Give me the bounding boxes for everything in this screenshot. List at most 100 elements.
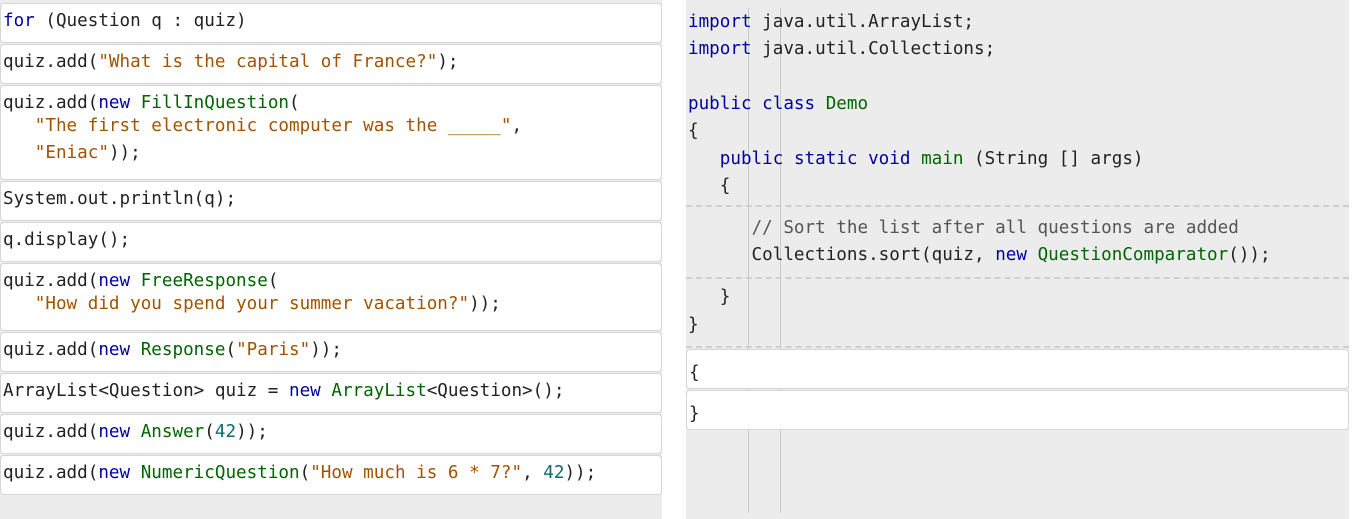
code-token: quiz.add( bbox=[3, 340, 99, 360]
draggable-code-block[interactable]: for (Question q : quiz) bbox=[0, 3, 662, 43]
fixed-code-line: } bbox=[688, 287, 731, 307]
code-token: )); bbox=[469, 294, 501, 314]
code-token: Response bbox=[140, 340, 226, 360]
draggable-code-block[interactable]: System.out.println(q); bbox=[0, 181, 662, 221]
draggable-code-block[interactable]: q.display(); bbox=[0, 222, 662, 262]
code-token: "How much is 6 * 7?" bbox=[310, 463, 523, 483]
code-line: } bbox=[689, 404, 700, 424]
fixed-code-line: // Sort the list after all questions are… bbox=[688, 218, 1239, 238]
code-token: new bbox=[995, 245, 1027, 265]
code-token: quiz.add( bbox=[3, 422, 99, 442]
draggable-code-block[interactable]: quiz.add(new FillInQuestion( "The first … bbox=[0, 85, 662, 180]
code-token: ArrayList<Question> quiz = bbox=[3, 381, 289, 401]
code-token: Collections.sort(quiz, bbox=[688, 245, 996, 265]
code-line: quiz.add(new FillInQuestion( bbox=[3, 93, 661, 113]
code-token: // Sort the list after all questions are… bbox=[751, 218, 1239, 238]
code-token: 42 bbox=[214, 422, 237, 442]
code-token: ArrayList bbox=[331, 381, 427, 401]
code-token: } bbox=[689, 404, 700, 424]
code-token: QuestionComparator bbox=[1037, 245, 1229, 265]
code-line: quiz.add(new FreeResponse( bbox=[3, 271, 661, 291]
code-token: class bbox=[762, 94, 816, 114]
code-line: quiz.add(new Answer(42)); bbox=[3, 422, 661, 442]
code-token: Answer bbox=[140, 422, 205, 442]
code-line: ArrayList<Question> quiz = new ArrayList… bbox=[3, 381, 661, 401]
code-token: quiz.add( bbox=[3, 93, 99, 113]
code-token: "What is the capital of France?" bbox=[98, 52, 438, 72]
code-token: quiz.add( bbox=[3, 463, 99, 483]
code-token: ()); bbox=[1228, 245, 1271, 265]
code-token: <Question>(); bbox=[426, 381, 565, 401]
code-token: quiz.add( bbox=[3, 271, 99, 291]
code-line: quiz.add(new NumericQuestion("How much i… bbox=[3, 463, 661, 483]
code-token: ( bbox=[267, 271, 279, 291]
code-token: "Paris" bbox=[236, 340, 311, 360]
code-token: new bbox=[98, 93, 131, 113]
code-token: new bbox=[289, 381, 321, 401]
code-token: java.util.ArrayList; bbox=[751, 12, 975, 32]
drop-zone-separator bbox=[686, 346, 1349, 348]
code-token: import bbox=[688, 39, 752, 59]
draggable-code-block[interactable]: quiz.add(new FreeResponse( "How did you … bbox=[0, 263, 662, 331]
fixed-code-line: Collections.sort(quiz, new QuestionCompa… bbox=[688, 245, 1271, 265]
draggable-code-block[interactable]: ArrayList<Question> quiz = new ArrayList… bbox=[0, 373, 662, 413]
draggable-code-block[interactable]: quiz.add(new NumericQuestion("How much i… bbox=[0, 455, 662, 495]
code-token: java.util.Collections; bbox=[751, 39, 996, 59]
code-token: new bbox=[98, 463, 131, 483]
code-token: 42 bbox=[543, 463, 565, 483]
fixed-code-line: { bbox=[688, 176, 731, 196]
draggable-code-block[interactable]: quiz.add("What is the capital of France?… bbox=[0, 44, 662, 84]
placed-code-block[interactable]: } bbox=[686, 390, 1349, 430]
draggable-code-block[interactable]: quiz.add(new Response("Paris")); bbox=[0, 332, 662, 372]
code-token: Demo bbox=[825, 94, 869, 114]
code-token: for bbox=[3, 11, 35, 31]
code-token: ( bbox=[299, 463, 311, 483]
code-token: public bbox=[719, 149, 784, 169]
code-token: )); bbox=[564, 463, 597, 483]
code-token: FreeResponse bbox=[140, 271, 268, 291]
code-token: (Question q : quiz) bbox=[34, 11, 247, 31]
code-token: quiz.add( bbox=[3, 52, 99, 72]
code-token: )); bbox=[310, 340, 342, 360]
code-line: q.display(); bbox=[3, 230, 661, 250]
code-token: ); bbox=[437, 52, 459, 72]
code-token: new bbox=[98, 340, 131, 360]
code-token: , bbox=[511, 116, 523, 136]
drop-zone-separator bbox=[686, 277, 1349, 279]
code-token: { bbox=[688, 176, 731, 196]
code-token: void bbox=[868, 149, 911, 169]
parsons-problem: for (Question q : quiz) quiz.add("What is… bbox=[0, 0, 1358, 519]
fixed-code-line: public class Demo bbox=[688, 94, 868, 114]
draggable-code-block[interactable]: quiz.add(new Answer(42)); bbox=[0, 414, 662, 454]
code-line: "The first electronic computer was the _… bbox=[3, 113, 661, 140]
fixed-code-line: import java.util.Collections; bbox=[688, 39, 995, 59]
drop-zone-separator bbox=[686, 205, 1349, 207]
code-token: (String [] args) bbox=[963, 149, 1144, 169]
code-token: "The first electronic computer was the _… bbox=[34, 116, 512, 136]
code-token: System.out.println(q); bbox=[3, 189, 237, 209]
code-token: FillInQuestion bbox=[140, 93, 290, 113]
code-token: )); bbox=[236, 422, 268, 442]
placed-code-block[interactable]: { bbox=[686, 349, 1349, 389]
code-token: public bbox=[688, 94, 752, 114]
code-line: "Eniac")); bbox=[3, 140, 661, 167]
code-line: System.out.println(q); bbox=[3, 189, 661, 209]
solution-area: import java.util.ArrayList; import java.u… bbox=[686, 0, 1349, 519]
code-token: ( bbox=[225, 340, 237, 360]
code-token: new bbox=[98, 271, 131, 291]
code-token: , bbox=[522, 463, 544, 483]
